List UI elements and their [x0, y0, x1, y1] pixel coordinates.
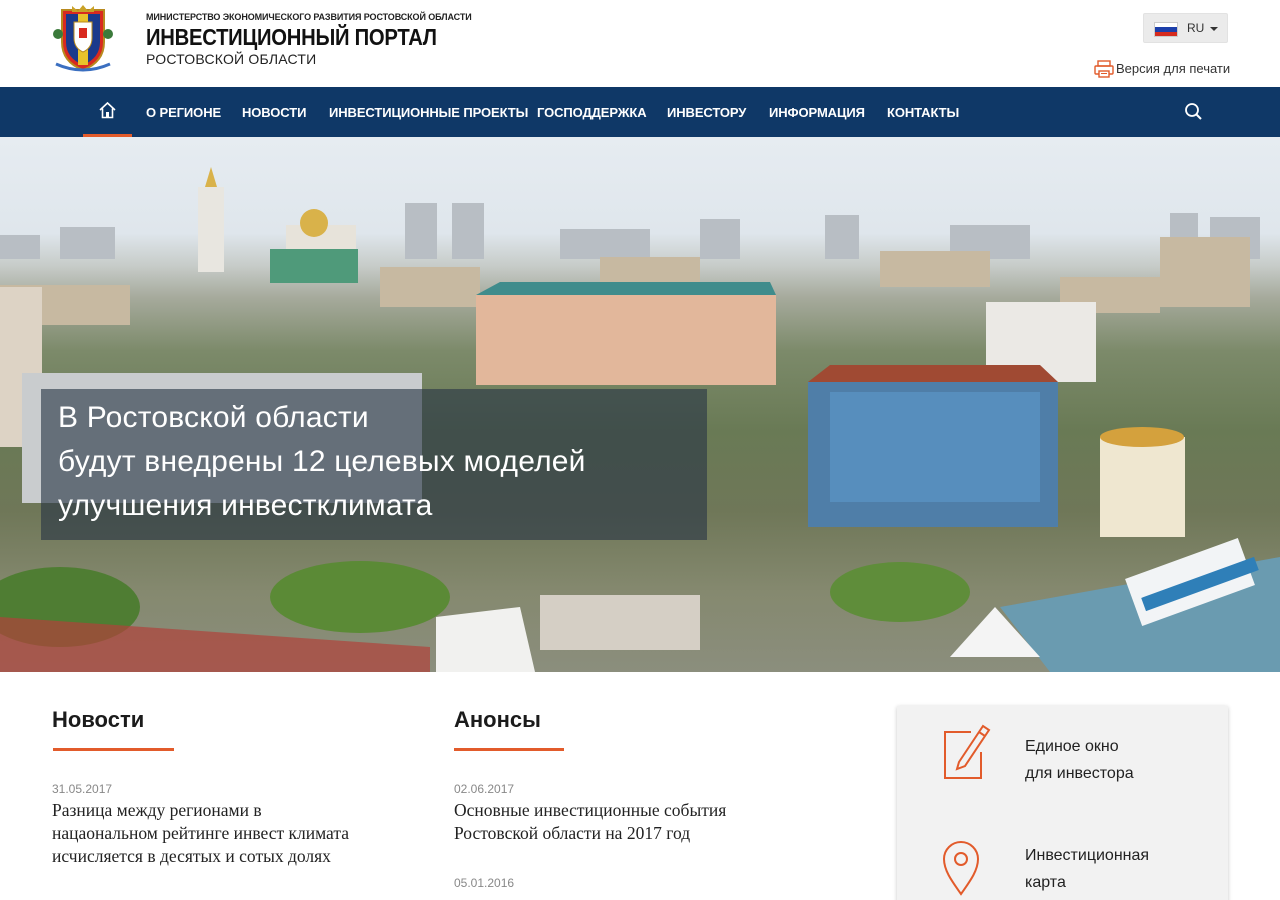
- hero-caption[interactable]: В Ростовской области будут внедрены 12 ц…: [41, 389, 707, 540]
- map-pin-icon: [942, 841, 980, 896]
- nav-item-news[interactable]: НОВОСТИ: [242, 105, 306, 120]
- chevron-down-icon: [1210, 27, 1218, 31]
- nav-item-region[interactable]: О РЕГИОНЕ: [146, 105, 221, 120]
- nav-item-information[interactable]: ИНФОРМАЦИЯ: [769, 105, 865, 120]
- investment-map-link[interactable]: Инвестиционная карта: [897, 830, 1228, 900]
- hero-line-3: улучшения инвестклимата: [58, 489, 433, 522]
- side-label-line: Единое окно: [1025, 738, 1119, 755]
- announcement-date: 02.06.2017: [454, 782, 515, 796]
- news-link-line: исчисляется в десятых и сотых долях: [52, 846, 331, 866]
- printer-icon: [1094, 60, 1114, 78]
- investment-map-label: Инвестиционная карта: [1025, 842, 1149, 896]
- ministry-name: МИНИСТЕРСТВО ЭКОНОМИЧЕСКОГО РАЗВИТИЯ РОС…: [146, 12, 472, 22]
- news-heading[interactable]: Новости: [52, 707, 144, 733]
- announcement-date: 05.01.2016: [454, 876, 515, 890]
- language-label: RU: [1187, 21, 1205, 35]
- coat-of-arms-icon[interactable]: [52, 4, 114, 72]
- quick-links-card: Единое окно для инвестора Инвестиционная…: [897, 706, 1228, 900]
- russia-flag-icon: [1154, 22, 1178, 37]
- portal-title[interactable]: ИНВЕСТИЦИОННЫЙ ПОРТАЛ: [146, 24, 437, 51]
- side-label-line: для инвестора: [1025, 765, 1134, 782]
- announcement-link[interactable]: Основные инвестиционные события Ростовск…: [454, 799, 726, 845]
- print-version-label: Версия для печати: [1116, 61, 1231, 76]
- single-window-link[interactable]: Единое окно для инвестора: [897, 720, 1228, 800]
- home-icon: [99, 101, 116, 119]
- hero-line-1: В Ростовской области: [58, 401, 369, 434]
- nav-item-contacts[interactable]: КОНТАКТЫ: [887, 105, 959, 120]
- side-label-line: карта: [1025, 874, 1066, 891]
- announcement-link-line: Основные инвестиционные события: [454, 800, 727, 820]
- nav-item-state-support[interactable]: ГОСПОДДЕРЖКА: [537, 105, 647, 120]
- hero-banner[interactable]: В Ростовской области будут внедрены 12 ц…: [0, 137, 1280, 672]
- language-select[interactable]: RU: [1143, 13, 1228, 43]
- news-link[interactable]: Разница между регионами в нацаональном р…: [52, 799, 349, 868]
- nav-home[interactable]: [83, 87, 132, 137]
- document-edit-icon: [944, 724, 991, 779]
- single-window-label: Единое окно для инвестора: [1025, 733, 1134, 787]
- nav-item-investment-projects[interactable]: ИНВЕСТИЦИОННЫЕ ПРОЕКТЫ: [329, 105, 528, 120]
- site-header: МИНИСТЕРСТВО ЭКОНОМИЧЕСКОГО РАЗВИТИЯ РОС…: [0, 0, 1280, 87]
- announcements-heading-underline: [454, 748, 564, 751]
- announcement-link-line: Ростовской области на 2017 год: [454, 823, 691, 843]
- news-heading-underline: [53, 748, 174, 751]
- news-link-line: Разница между регионами в: [52, 800, 262, 820]
- side-label-line: Инвестиционная: [1025, 847, 1150, 864]
- news-date: 31.05.2017: [52, 782, 113, 796]
- news-link-line: нацаональном рейтинге инвест климата: [52, 823, 349, 843]
- announcements-heading[interactable]: Анонсы: [454, 707, 541, 733]
- search-icon[interactable]: [1182, 100, 1206, 124]
- main-nav: О РЕГИОНЕ НОВОСТИ ИНВЕСТИЦИОННЫЕ ПРОЕКТЫ…: [0, 87, 1280, 137]
- hero-line-2: будут внедрены 12 целевых моделей: [58, 445, 586, 478]
- nav-item-investor[interactable]: ИНВЕСТОРУ: [667, 105, 746, 120]
- portal-subtitle: РОСТОВСКОЙ ОБЛАСТИ: [146, 51, 317, 67]
